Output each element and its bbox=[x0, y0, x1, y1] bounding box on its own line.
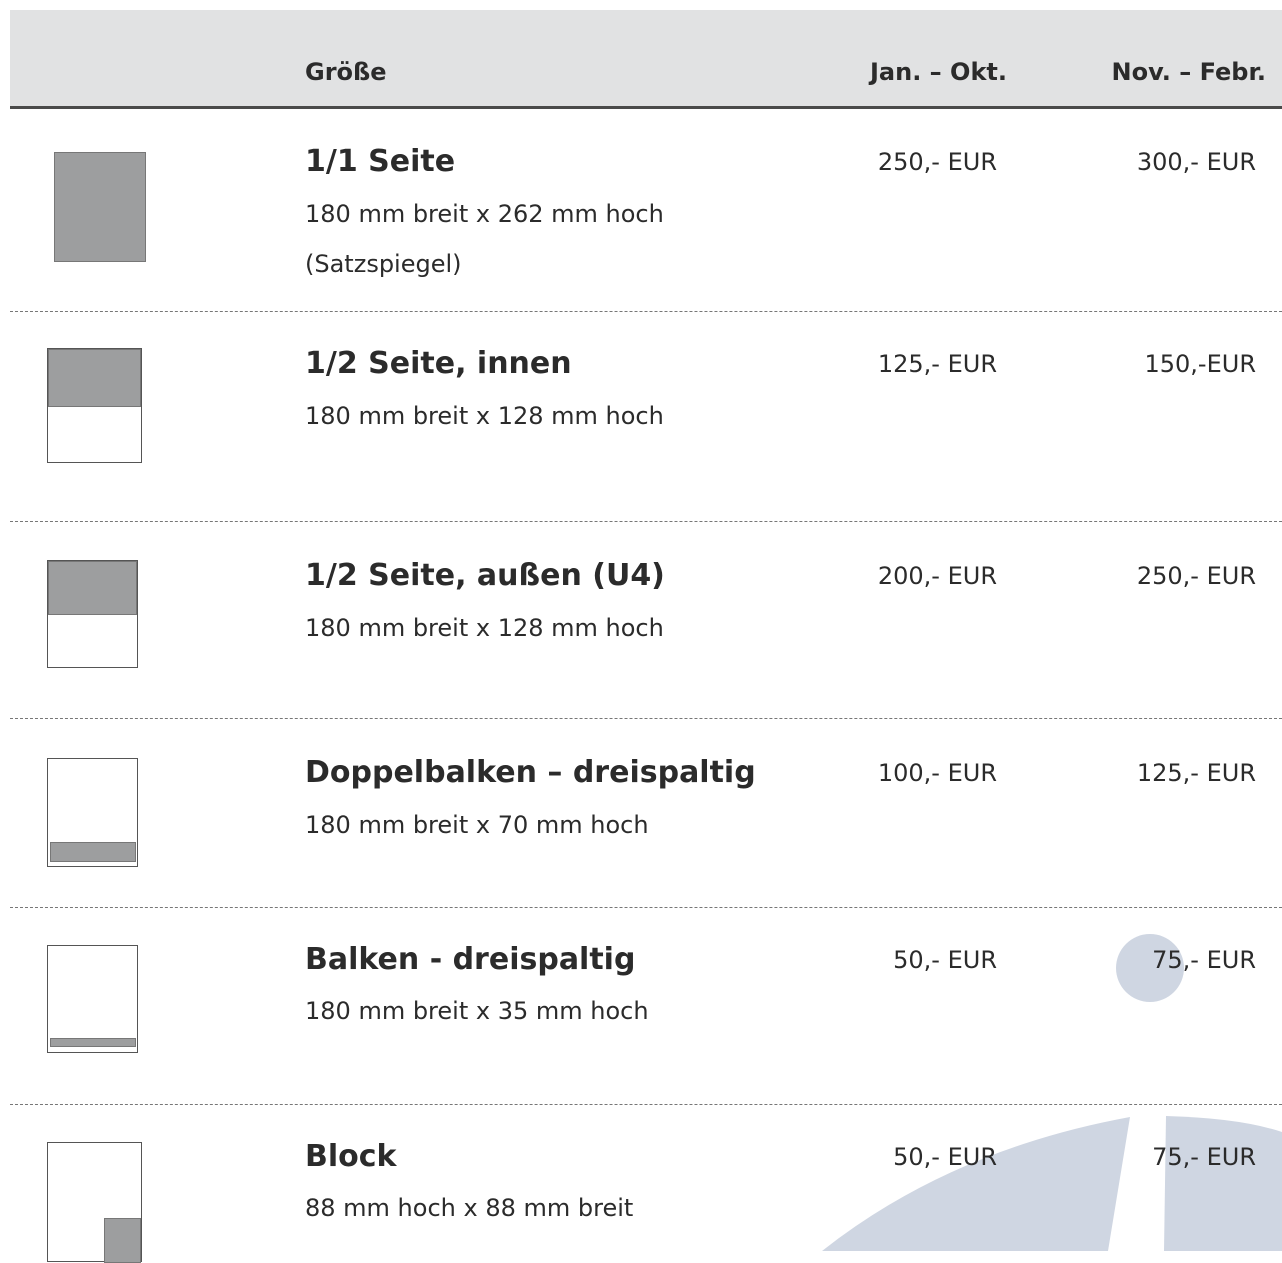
ad-size-title: Block bbox=[305, 1139, 397, 1174]
ad-size-title: 1/2 Seite, innen bbox=[305, 346, 572, 381]
ad-area-fill bbox=[50, 1038, 136, 1047]
price-jan-okt: 100,- EUR bbox=[877, 759, 997, 787]
price-jan-okt: 50,- EUR bbox=[893, 946, 997, 974]
price-nov-febr: 125,- EUR bbox=[1136, 759, 1256, 787]
ad-size-dimensions: 180 mm breit x 128 mm hoch bbox=[305, 614, 664, 642]
ad-size-dimensions: 180 mm breit x 262 mm hoch bbox=[305, 200, 664, 228]
price-jan-okt: 250,- EUR bbox=[877, 148, 997, 176]
ad-size-title: Doppelbalken – dreispaltig bbox=[305, 755, 756, 790]
ad-area-fill bbox=[48, 561, 137, 615]
price-nov-febr: 75,- EUR bbox=[1152, 1143, 1256, 1171]
table-row: 1/2 Seite, innen 180 mm breit x 128 mm h… bbox=[0, 312, 1282, 522]
price-nov-febr: 300,- EUR bbox=[1136, 148, 1256, 176]
price-nov-febr: 250,- EUR bbox=[1136, 562, 1256, 590]
table-row: Doppelbalken – dreispaltig 180 mm breit … bbox=[0, 719, 1282, 907]
header-nov-febr: Nov. – Febr. bbox=[1111, 58, 1267, 86]
price-jan-okt: 50,- EUR bbox=[893, 1143, 997, 1171]
price-nov-febr: 75,- EUR bbox=[1152, 946, 1256, 974]
ad-size-thumbnail bbox=[47, 758, 138, 867]
ad-size-thumbnail bbox=[47, 560, 138, 668]
ad-size-title: Balken - dreispaltig bbox=[305, 942, 636, 977]
ad-size-thumbnail bbox=[47, 945, 138, 1053]
ad-size-thumbnail bbox=[47, 1142, 142, 1263]
table-row: Balken - dreispaltig 180 mm breit x 35 m… bbox=[0, 908, 1282, 1104]
table-row: 1/2 Seite, außen (U4) 180 mm breit x 128… bbox=[0, 522, 1282, 718]
ad-size-dimensions: 180 mm breit x 35 mm hoch bbox=[305, 997, 649, 1025]
ad-area-fill bbox=[50, 842, 136, 862]
ad-size-title: 1/1 Seite bbox=[305, 144, 456, 179]
ad-size-dimensions: 180 mm breit x 70 mm hoch bbox=[305, 811, 649, 839]
ad-size-thumbnail bbox=[47, 348, 142, 463]
ad-area-fill bbox=[48, 349, 141, 407]
price-nov-febr: 150,-EUR bbox=[1144, 350, 1256, 378]
price-jan-okt: 200,- EUR bbox=[877, 562, 997, 590]
ad-size-dimensions: 88 mm hoch x 88 mm breit bbox=[305, 1194, 634, 1222]
ad-size-title: 1/2 Seite, außen (U4) bbox=[305, 558, 665, 593]
ad-size-note: (Satzspiegel) bbox=[305, 250, 462, 278]
ad-area-fill bbox=[104, 1218, 141, 1263]
table-row: Block 88 mm hoch x 88 mm breit 50,- EUR … bbox=[0, 1105, 1282, 1263]
ad-size-dimensions: 180 mm breit x 128 mm hoch bbox=[305, 402, 664, 430]
price-jan-okt: 125,- EUR bbox=[877, 350, 997, 378]
ad-area-fill bbox=[54, 152, 146, 262]
table-row: 1/1 Seite 180 mm breit x 262 mm hoch (Sa… bbox=[0, 110, 1282, 310]
header-size: Größe bbox=[305, 58, 387, 86]
header-jan-okt: Jan. – Okt. bbox=[870, 58, 1007, 86]
ad-size-thumbnail bbox=[54, 152, 146, 262]
table-header: Größe Jan. – Okt. Nov. – Febr. bbox=[10, 10, 1282, 109]
